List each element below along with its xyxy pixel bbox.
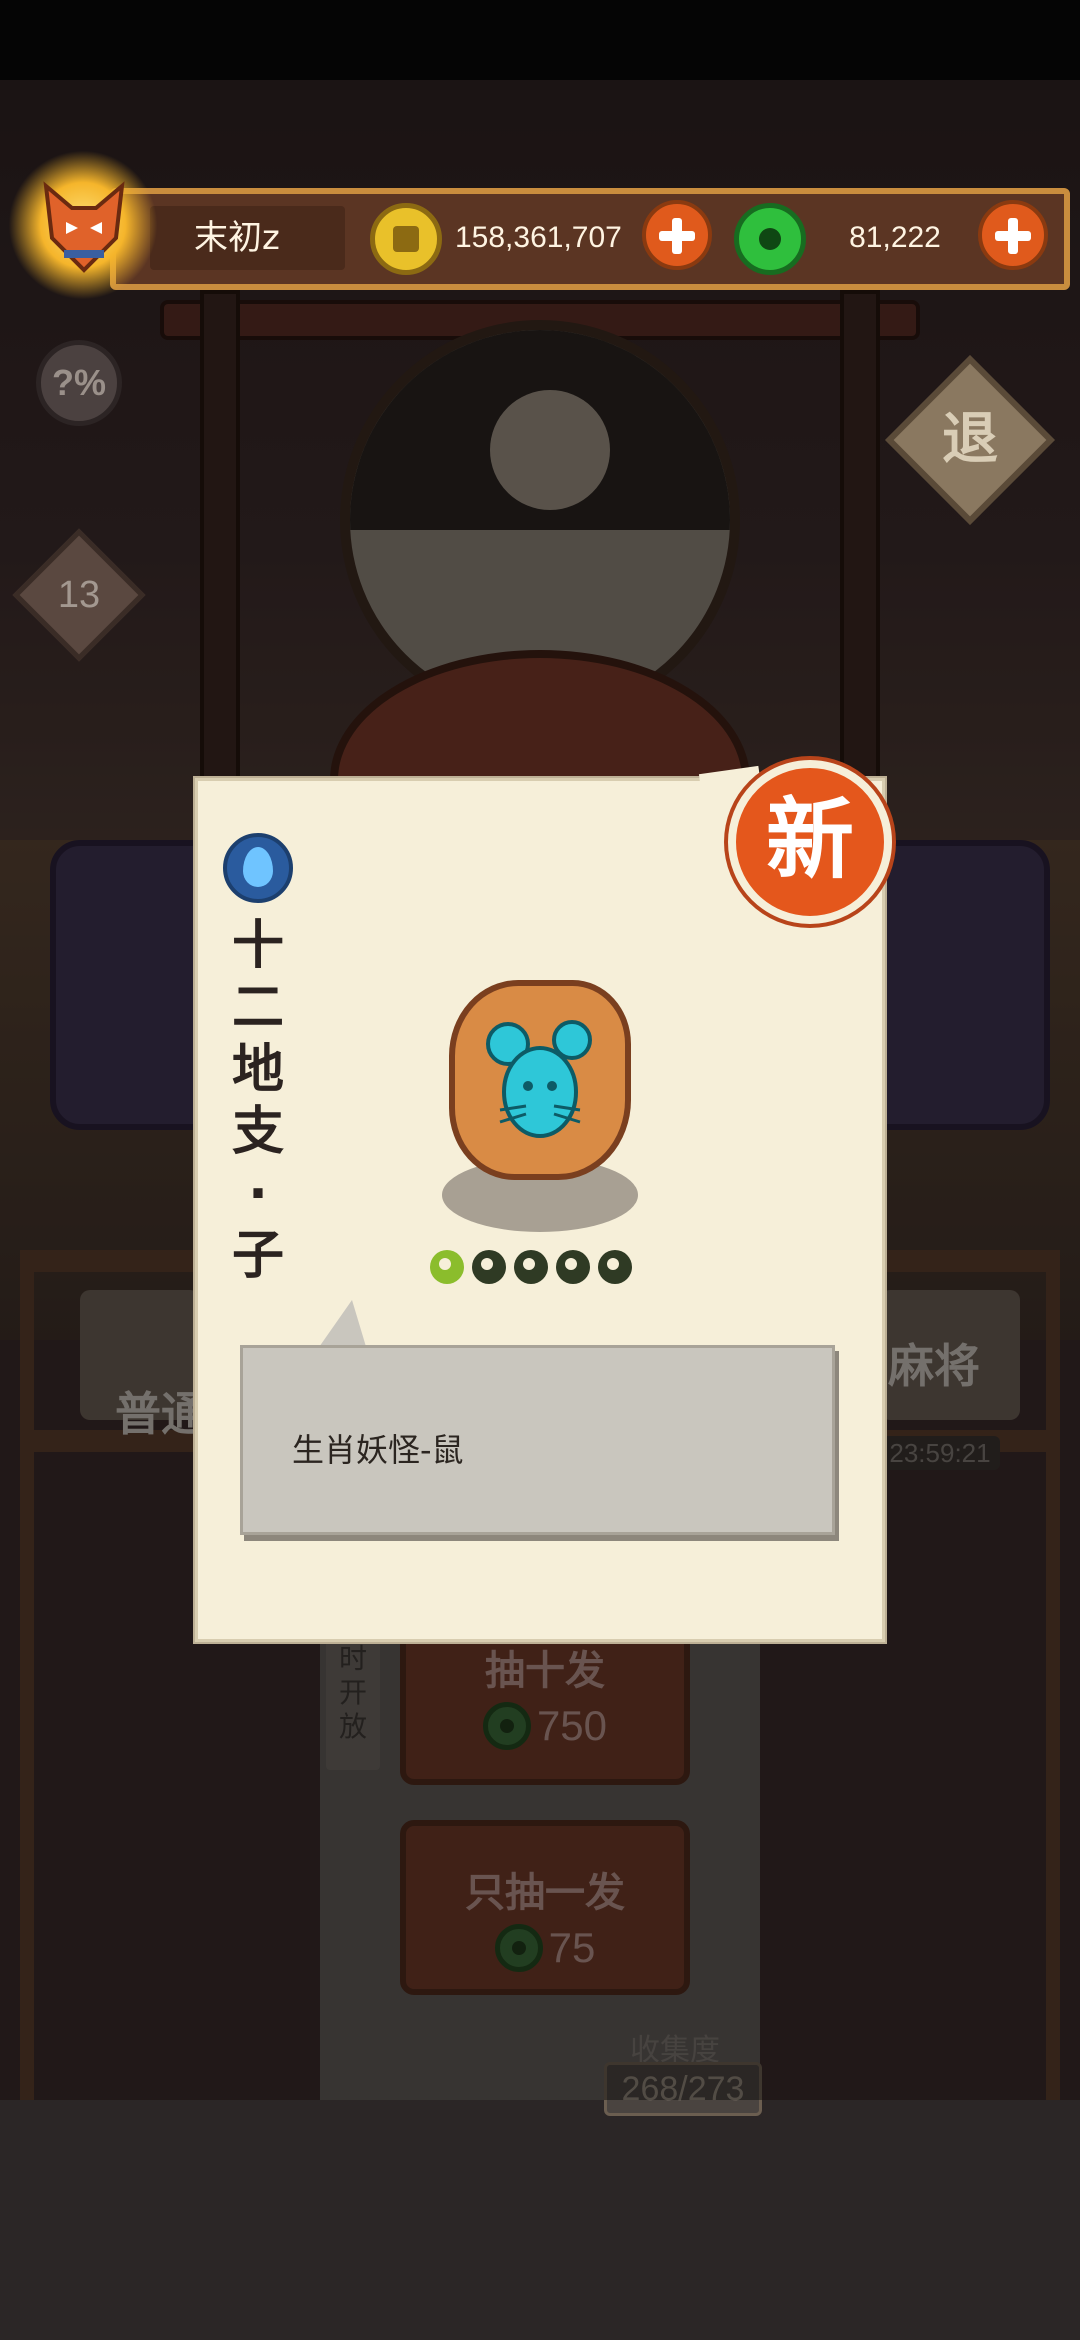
status-bar — [0, 0, 1080, 80]
rarity-star-icon — [556, 1250, 590, 1284]
exit-label: 退 — [942, 407, 998, 472]
card-description: 生肖妖怪-鼠 — [292, 1431, 464, 1469]
add-coins-button[interactable] — [642, 200, 712, 270]
card-title-char: 支 — [231, 1102, 284, 1162]
gold-coin-icon — [370, 203, 442, 275]
card-title-char: 二 — [231, 978, 284, 1038]
rarity-stars — [430, 1250, 650, 1286]
card-title-char: 子 — [231, 1226, 284, 1286]
card-title-char: 十 — [231, 916, 284, 976]
fox-mask-icon — [43, 181, 125, 273]
rat-glyph-icon — [486, 1020, 592, 1138]
rarity-star-icon — [514, 1250, 548, 1284]
new-badge-label: 新 — [765, 788, 854, 891]
player-avatar[interactable] — [8, 150, 158, 300]
rarity-star-icon — [598, 1250, 632, 1284]
bottom-area — [0, 2100, 1080, 2340]
rarity-star-icon — [472, 1250, 506, 1284]
water-drop-icon — [223, 833, 293, 903]
player-name[interactable]: 末初z — [150, 206, 345, 270]
card-title-char: · — [248, 1164, 268, 1224]
rarity-star-icon — [430, 1250, 464, 1284]
gold-coin-count: 158,361,707 — [455, 221, 622, 254]
card-title: 十 二 地 支 · 子 — [226, 915, 290, 1287]
card-title-char: 地 — [231, 1040, 284, 1100]
jade-coin-icon — [734, 203, 806, 275]
probability-help-button[interactable]: ?% — [36, 340, 122, 426]
jade-coin-count: 81,222 — [849, 221, 941, 254]
level-number: 13 — [57, 574, 101, 616]
add-jade-button[interactable] — [978, 200, 1048, 270]
